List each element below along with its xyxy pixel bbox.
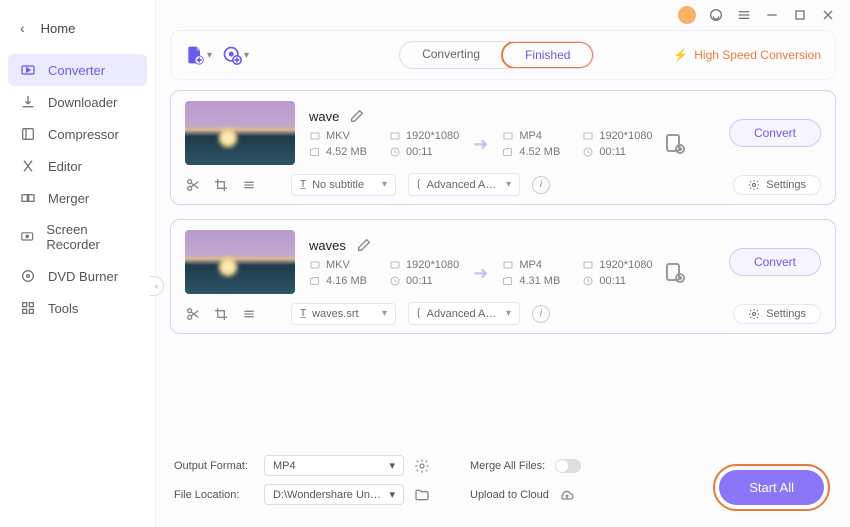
audio-icon: ⟮ [417,178,421,191]
sidebar-item-label: Downloader [48,95,117,110]
output-preset-icon[interactable] [663,132,687,156]
video-thumbnail[interactable] [185,230,295,294]
sidebar-item-converter[interactable]: Converter [8,54,147,86]
convert-button[interactable]: Convert [729,119,821,147]
high-speed-label: High Speed Conversion [694,48,821,62]
conversion-item: waves MKV 4.16 MB 1920*1080 00:11 ➜ MP4 [170,219,836,334]
sidebar-item-downloader[interactable]: Downloader [0,86,155,118]
info-icon[interactable]: i [532,176,550,194]
merge-toggle[interactable] [555,459,581,473]
high-speed-toggle[interactable]: ⚡ High Speed Conversion [673,48,821,62]
editor-icon [20,158,36,174]
crop-icon[interactable] [213,177,229,193]
sidebar-item-merger[interactable]: Merger [0,182,155,214]
add-file-button[interactable]: ▾ [185,45,212,65]
rename-icon[interactable] [349,108,365,124]
user-avatar[interactable] [678,6,696,24]
sidebar-item-screen-recorder[interactable]: Screen Recorder [0,214,155,260]
start-all-wrapper: Start All [713,464,830,511]
file-title: wave [309,109,339,124]
settings-button[interactable]: Settings [733,304,821,324]
add-dvd-button[interactable]: ▾ [222,45,249,65]
sidebar-item-label: Tools [48,301,78,316]
more-icon[interactable] [241,306,257,322]
back-icon: ‹ [20,20,25,36]
sidebar-item-label: Editor [48,159,82,174]
support-icon[interactable] [708,7,724,23]
sidebar-item-tools[interactable]: Tools [0,292,155,324]
sidebar-item-editor[interactable]: Editor [0,150,155,182]
output-format-label: Output Format: [174,460,254,472]
maximize-icon[interactable] [792,7,808,23]
sidebar-item-dvd-burner[interactable]: DVD Burner [0,260,155,292]
output-settings-icon[interactable] [414,458,430,474]
dvd-icon [20,268,36,284]
trim-icon[interactable] [185,306,201,322]
arrow-icon: ➜ [469,134,492,155]
start-all-button[interactable]: Start All [719,470,824,505]
sidebar-item-label: Screen Recorder [46,222,135,252]
info-icon[interactable]: i [532,305,550,323]
crop-icon[interactable] [213,306,229,322]
conversion-item: wave MKV 4.52 MB 1920*1080 00:11 ➜ MP4 [170,90,836,205]
tools-icon [20,300,36,316]
tab-converting[interactable]: Converting [400,42,502,68]
status-tabs: Converting Finished [399,41,594,69]
menu-icon[interactable] [736,7,752,23]
file-title: waves [309,238,346,253]
home-link[interactable]: ‹ Home [0,12,155,44]
sidebar-item-label: Merger [48,191,89,206]
converter-icon [20,62,36,78]
video-thumbnail[interactable] [185,101,295,165]
subtitle-select[interactable]: T̲waves.srt▾ [291,303,396,325]
settings-button[interactable]: Settings [733,175,821,195]
sidebar-item-compressor[interactable]: Compressor [0,118,155,150]
compressor-icon [20,126,36,142]
upload-label: Upload to Cloud [470,489,549,501]
more-icon[interactable] [241,177,257,193]
trim-icon[interactable] [185,177,201,193]
recorder-icon [20,229,34,245]
sidebar-item-label: DVD Burner [48,269,118,284]
merger-icon [20,190,36,206]
cloud-upload-icon[interactable] [559,487,575,503]
audio-select[interactable]: ⟮Advanced Audi...▾ [408,173,520,196]
home-label: Home [41,21,76,36]
tab-finished[interactable]: Finished [501,41,594,69]
subtitle-select[interactable]: T̲No subtitle▾ [291,174,396,196]
output-format-select[interactable]: MP4▾ [264,455,404,476]
arrow-icon: ➜ [469,263,492,284]
file-location-select[interactable]: D:\Wondershare UniConverter 1▾ [264,484,404,505]
file-location-label: File Location: [174,489,254,501]
close-icon[interactable] [820,7,836,23]
audio-select[interactable]: ⟮Advanced Audi...▾ [408,302,520,325]
rename-icon[interactable] [356,237,372,253]
open-folder-icon[interactable] [414,487,430,503]
audio-icon: ⟮ [417,307,421,320]
output-preset-icon[interactable] [663,261,687,285]
download-icon [20,94,36,110]
convert-button[interactable]: Convert [729,248,821,276]
minimize-icon[interactable] [764,7,780,23]
merge-label: Merge All Files: [470,460,545,472]
sidebar-item-label: Converter [48,63,105,78]
lightning-icon: ⚡ [673,48,688,62]
sidebar-item-label: Compressor [48,127,119,142]
